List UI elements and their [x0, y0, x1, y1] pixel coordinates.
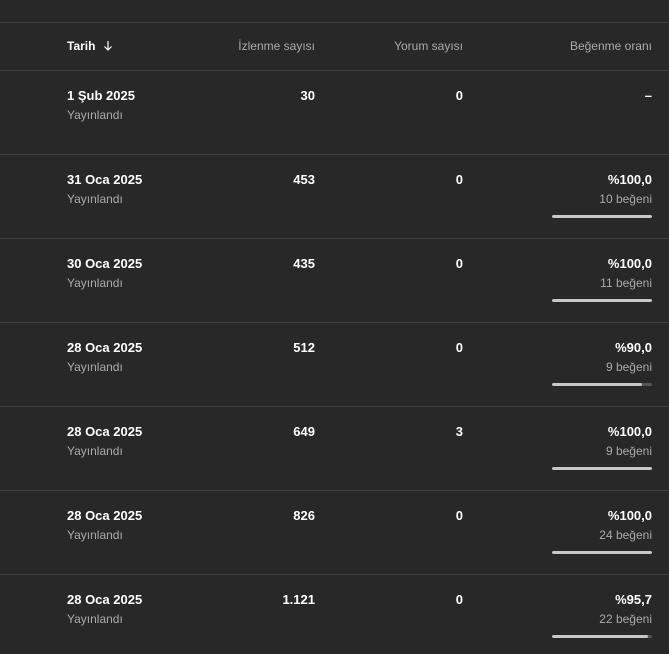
row-views: 453: [293, 172, 315, 187]
row-like-count: 22 beğeni: [599, 612, 652, 626]
row-like-ratio: %90,0: [615, 340, 652, 355]
row-date: 28 Oca 2025: [67, 508, 143, 523]
row-date: 1 Şub 2025: [67, 88, 135, 103]
table-header: Tarih İzlenme sayısı Yorum sayısı Beğenm…: [0, 23, 669, 71]
like-ratio-bar-fill: [552, 383, 642, 386]
row-status: Yayınlandı: [67, 612, 123, 626]
row-status: Yayınlandı: [67, 528, 123, 542]
row-date: 31 Oca 2025: [67, 172, 143, 187]
likes-ratio-header[interactable]: Beğenme oranı: [570, 39, 652, 53]
row-like-ratio: %100,0: [607, 256, 652, 271]
row-like-count: 24 beğeni: [599, 528, 652, 542]
row-date: 28 Oca 2025: [67, 340, 143, 355]
row-views: 512: [293, 340, 315, 355]
row-status: Yayınlandı: [67, 360, 123, 374]
comments-header[interactable]: Yorum sayısı: [394, 39, 463, 53]
row-comments: 0: [455, 508, 463, 523]
row-views: 649: [293, 424, 315, 439]
like-ratio-bar-fill: [552, 635, 648, 638]
views-header[interactable]: İzlenme sayısı: [238, 39, 315, 53]
like-ratio-bar: [552, 551, 652, 554]
table-body: 1 Şub 2025 Yayınlandı 30 0–31 Oca 2025 Yayın…: [0, 71, 669, 654]
row-views: 30: [300, 88, 315, 103]
row-status: Yayınlandı: [67, 192, 123, 206]
table-row[interactable]: 30 Oca 2025 Yayınlandı 435 0 %100,0 11 beğeni: [0, 239, 669, 323]
date-header-label: Tarih: [67, 39, 96, 53]
like-ratio-bar: [552, 467, 652, 470]
like-ratio-bar-fill: [552, 551, 652, 554]
table-row[interactable]: 28 Oca 2025 Yayınlandı 512 0 %90,0 9 beğeni: [0, 323, 669, 407]
table-row[interactable]: 28 Oca 2025 Yayınlandı 1.121 0 %95,7 22 beğen…: [0, 575, 669, 654]
row-status: Yayınlandı: [67, 444, 123, 458]
like-ratio-bar: [552, 299, 652, 302]
row-comments: 0: [455, 256, 463, 271]
row-like-count: 9 beğeni: [605, 360, 652, 374]
table-row[interactable]: 1 Şub 2025 Yayınlandı 30 0 –: [0, 71, 669, 155]
sort-by-date-header[interactable]: Tarih: [67, 39, 113, 53]
like-ratio-bar: [552, 635, 652, 638]
row-like-ratio: %100,0: [607, 424, 652, 439]
row-comments: 0: [455, 340, 463, 355]
row-comments: 0: [455, 172, 463, 187]
row-like-count: 10 beğeni: [599, 192, 652, 206]
row-like-ratio: %100,0: [607, 172, 652, 187]
row-date: 30 Oca 2025: [67, 256, 143, 271]
row-views: 435: [293, 256, 315, 271]
row-like-count: 9 beğeni: [605, 444, 652, 458]
arrow-down-icon: [104, 41, 113, 51]
row-like-ratio: %100,0: [607, 508, 652, 523]
like-ratio-bar-fill: [552, 299, 652, 302]
row-views: 826: [293, 508, 315, 523]
row-date: 28 Oca 2025: [67, 592, 143, 607]
row-views: 1.121: [282, 592, 315, 607]
row-status: Yayınlandı: [67, 108, 123, 122]
row-comments: 0: [455, 88, 463, 103]
row-status: Yayınlandı: [67, 276, 123, 290]
table-row[interactable]: 31 Oca 2025 Yayınlandı 453 0 %100,0 10 beğeni: [0, 155, 669, 239]
row-date: 28 Oca 2025: [67, 424, 143, 439]
row-comments: 3: [455, 424, 463, 439]
table-row[interactable]: 28 Oca 2025 Yayınlandı 826 0 %100,0 24 beğeni: [0, 491, 669, 575]
like-ratio-bar: [552, 215, 652, 218]
row-comments: 0: [455, 592, 463, 607]
like-ratio-bar: [552, 383, 652, 386]
content-table: Tarih İzlenme sayısı Yorum sayısı Beğenm…: [0, 0, 669, 654]
like-ratio-bar-fill: [552, 467, 652, 470]
row-like-ratio: –: [644, 88, 652, 103]
like-ratio-bar-fill: [552, 215, 652, 218]
row-like-count: 11 beğeni: [600, 276, 652, 290]
table-row[interactable]: 28 Oca 2025 Yayınlandı 649 3 %100,0 9 beğeni: [0, 407, 669, 491]
row-like-ratio: %95,7: [615, 592, 652, 607]
